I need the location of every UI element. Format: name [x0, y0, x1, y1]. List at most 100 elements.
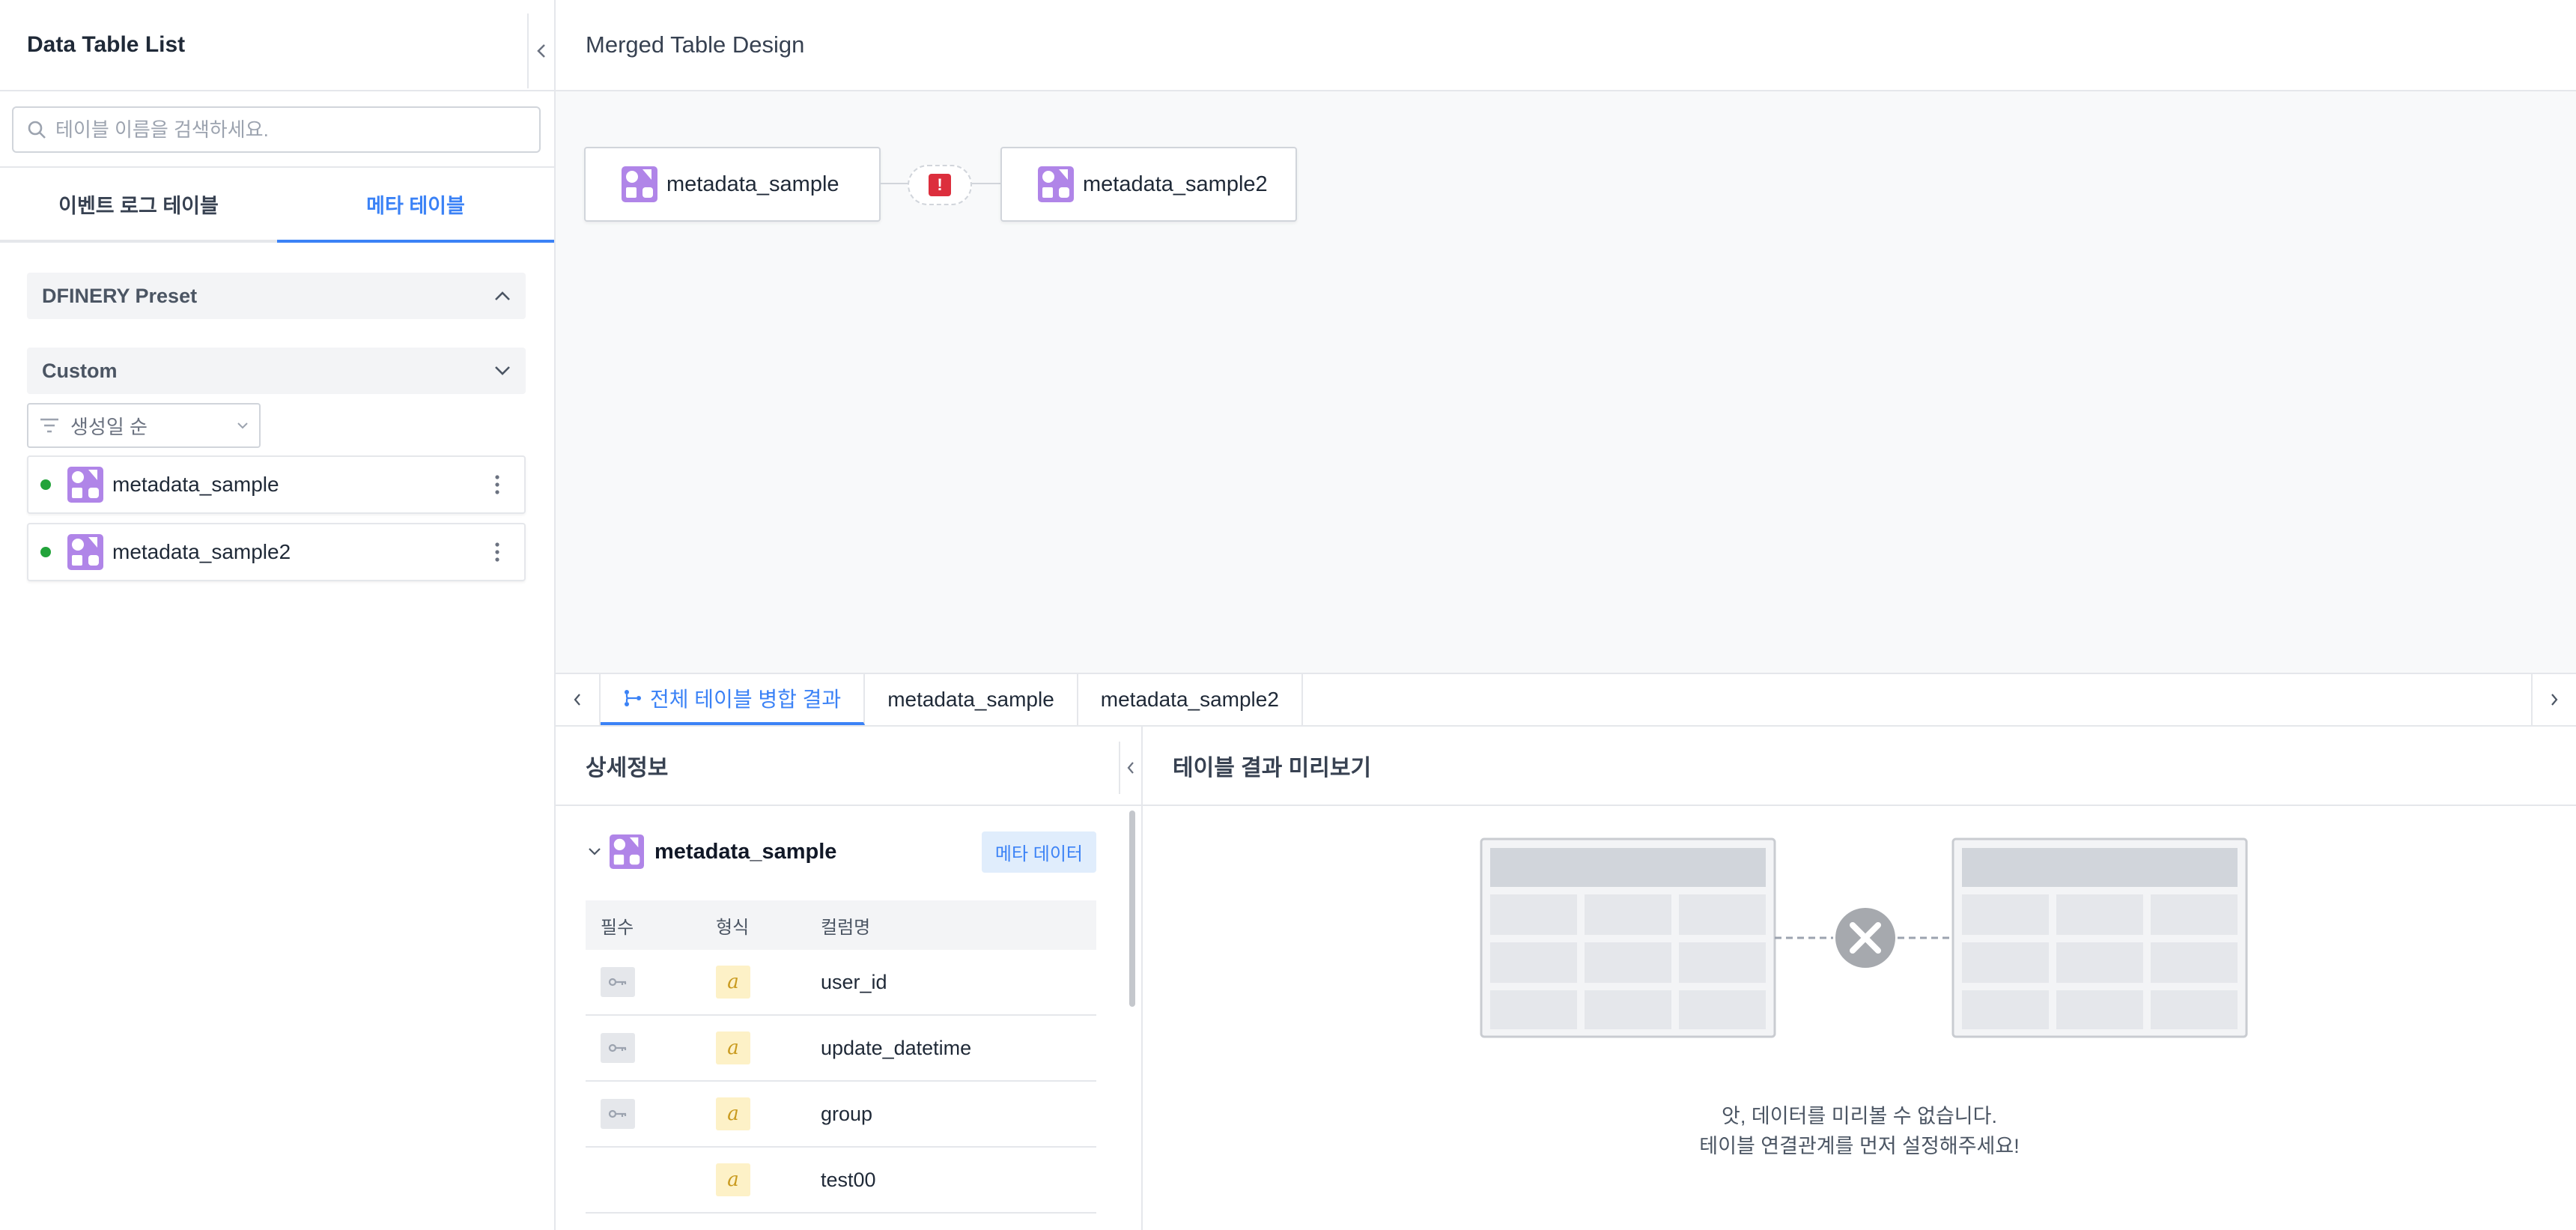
- column-name: user_id: [821, 970, 887, 993]
- key-icon: [601, 1033, 635, 1063]
- table-search-input[interactable]: [55, 118, 520, 142]
- sidebar-collapse-button[interactable]: [527, 13, 554, 88]
- tab-metadata-sample2[interactable]: metadata_sample2: [1078, 674, 1303, 725]
- string-type-icon: a: [716, 1097, 750, 1130]
- detail-collapse-button[interactable]: [1119, 742, 1141, 794]
- column-name: group: [821, 1102, 873, 1125]
- chevron-down-icon: [495, 366, 510, 375]
- meta-table-icon: [622, 166, 657, 202]
- join-connector-line: [881, 183, 909, 184]
- group-label: Custom: [42, 359, 118, 382]
- more-options-button[interactable]: [482, 537, 512, 567]
- chevron-left-icon: [537, 44, 545, 58]
- empty-message-line: 테이블 연결관계를 먼저 설정해주세요!: [1699, 1135, 2020, 1157]
- header-type: 형식: [716, 917, 750, 938]
- kebab-menu-icon: [495, 542, 499, 562]
- table-name: metadata_sample: [112, 473, 279, 496]
- error-icon: !: [929, 174, 951, 196]
- merged-table-design: Merged Table Design metadata_sample ! me…: [556, 0, 2576, 1230]
- node-name: metadata_sample2: [1083, 172, 1268, 196]
- table-search-box[interactable]: [12, 106, 541, 153]
- table-row: a group: [586, 1082, 1096, 1148]
- group-label: DFINERY Preset: [42, 284, 198, 307]
- group-dfinery-preset[interactable]: DFINERY Preset: [27, 273, 526, 319]
- chevron-left-icon: [1127, 762, 1134, 774]
- chevron-right-icon: [2551, 694, 2558, 706]
- search-icon: [28, 121, 46, 139]
- string-type-icon: a: [716, 966, 750, 999]
- detail-table-row[interactable]: metadata_sample 메타 데이터: [586, 831, 1096, 873]
- chevron-up-icon: [495, 291, 510, 300]
- empty-preview-message: 앗, 데이터를 미리볼 수 없습니다. 테이블 연결관계를 먼저 설정해주세요!: [1143, 1101, 2576, 1161]
- kebab-menu-icon: [495, 475, 499, 494]
- detail-title: 상세정보: [586, 756, 669, 781]
- header-column-name: 컬럼명: [821, 917, 871, 938]
- join-connector-line: [972, 183, 1000, 184]
- table-row: a update_datetime: [586, 1016, 1096, 1082]
- meta-table-icon: [1038, 166, 1074, 202]
- chevron-down-icon[interactable]: [586, 847, 604, 856]
- page-title: Merged Table Design: [586, 31, 805, 58]
- column-name: test00: [821, 1168, 876, 1191]
- tab-event-log-table[interactable]: 이벤트 로그 테이블: [0, 168, 277, 243]
- canvas-table-node[interactable]: metadata_sample2: [1000, 147, 1297, 222]
- tabs-scroll-left-button[interactable]: [556, 674, 601, 725]
- type-cell: a: [701, 1163, 821, 1196]
- table-list-item[interactable]: metadata_sample2: [27, 523, 526, 581]
- table-name: metadata_sample2: [112, 540, 291, 563]
- design-canvas[interactable]: metadata_sample ! metadata_sample2: [556, 91, 2576, 673]
- sort-select[interactable]: 생성일 순: [27, 403, 261, 448]
- key-icon: [601, 967, 635, 997]
- meta-table-icon: [67, 534, 103, 570]
- required-cell: [586, 1099, 701, 1129]
- preview-header: 테이블 결과 미리보기: [1143, 727, 2576, 806]
- data-table-sidebar: Data Table List 이벤트 로그 테이블 메타 테이블 DFINER…: [0, 0, 556, 1230]
- canvas-table-node[interactable]: metadata_sample: [584, 147, 881, 222]
- group-custom[interactable]: Custom: [27, 348, 526, 394]
- table-row: a test00: [586, 1148, 1096, 1214]
- status-active-dot: [40, 479, 51, 490]
- sidebar-title: Data Table List: [27, 32, 186, 57]
- detail-table-name: metadata_sample: [654, 839, 837, 864]
- meta-table-icon: [610, 834, 644, 869]
- required-cell: [586, 967, 701, 997]
- detail-header: 상세정보: [556, 727, 1141, 806]
- table-type-tabs: 이벤트 로그 테이블 메타 테이블: [0, 166, 554, 243]
- result-tabs: 전체 테이블 병합 결과 metadata_sample metadata_sa…: [556, 673, 2576, 727]
- header-required: 필수: [601, 917, 634, 938]
- sort-label: 생성일 순: [70, 415, 148, 438]
- string-type-icon: a: [716, 1163, 750, 1196]
- column-table: 필수 형식 컬럼명 a user_id a update_datetime a …: [586, 900, 1096, 1214]
- chevron-left-icon: [574, 694, 580, 706]
- chevron-down-icon: [237, 422, 248, 429]
- type-cell: a: [701, 1031, 821, 1064]
- meta-table-icon: [67, 467, 103, 503]
- metadata-badge: 메타 데이터: [981, 831, 1096, 873]
- main-header: Merged Table Design: [556, 0, 2576, 91]
- node-name: metadata_sample: [666, 172, 839, 196]
- preview-panel: 테이블 결과 미리보기 앗, 데이터를 미리볼 수 없습니다. 테이블 연결관계…: [1143, 727, 2576, 1230]
- tab-label: 전체 테이블 병합 결과: [650, 688, 842, 711]
- column-table-header: 필수 형식 컬럼명: [586, 900, 1096, 950]
- empty-message-line: 앗, 데이터를 미리볼 수 없습니다.: [1722, 1105, 1997, 1127]
- column-name: update_datetime: [821, 1036, 972, 1059]
- preview-title: 테이블 결과 미리보기: [1173, 756, 1372, 781]
- detail-panel: 상세정보 metadata_sample 메타 데이터 필수 형식 컬럼명 a …: [556, 727, 1143, 1230]
- string-type-icon: a: [716, 1031, 750, 1064]
- merge-icon: [625, 690, 641, 706]
- table-row: a user_id: [586, 950, 1096, 1016]
- required-cell: [586, 1033, 701, 1063]
- broken-join-illustration: [1480, 837, 2248, 1038]
- more-options-button[interactable]: [482, 470, 512, 500]
- key-icon: [601, 1099, 635, 1129]
- table-list-item[interactable]: metadata_sample: [27, 455, 526, 514]
- tab-meta-table[interactable]: 메타 테이블: [277, 168, 554, 243]
- status-active-dot: [40, 547, 51, 557]
- type-cell: a: [701, 1097, 821, 1130]
- tabs-scroll-right-button[interactable]: [2531, 674, 2576, 725]
- join-error-button[interactable]: !: [908, 165, 972, 205]
- detail-scrollbar[interactable]: [1129, 811, 1135, 1007]
- tab-merged-result[interactable]: 전체 테이블 병합 결과: [601, 674, 866, 725]
- tab-metadata-sample[interactable]: metadata_sample: [865, 674, 1078, 725]
- filter-icon: [40, 418, 58, 433]
